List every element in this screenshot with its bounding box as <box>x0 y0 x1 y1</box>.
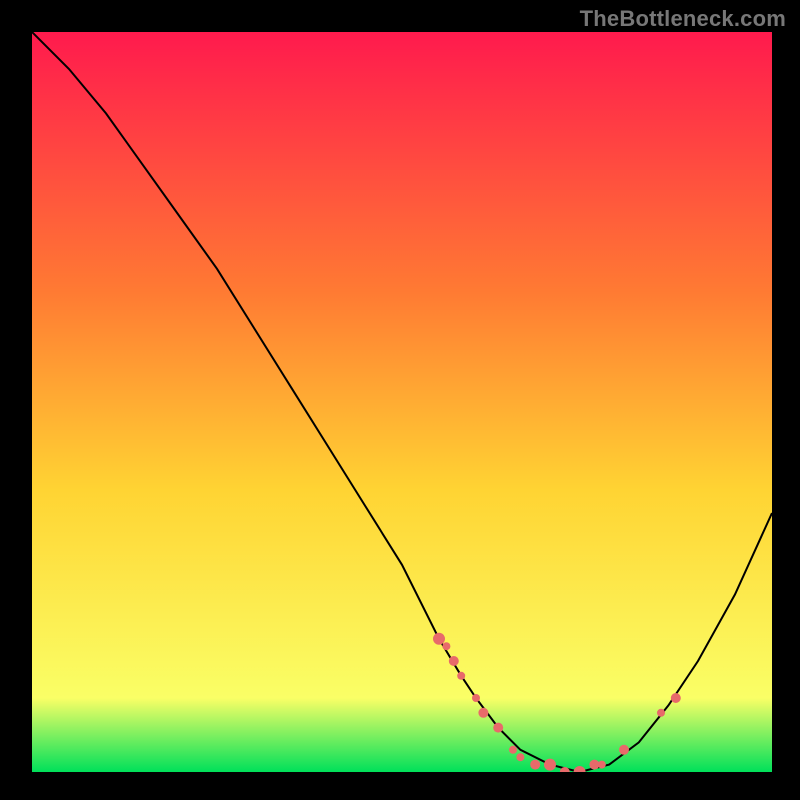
watermark: TheBottleneck.com <box>580 6 786 32</box>
marker-dot <box>657 709 665 717</box>
marker-dot <box>449 656 459 666</box>
marker-dot <box>544 759 556 771</box>
marker-dot <box>671 693 681 703</box>
marker-dot <box>598 761 606 769</box>
chart-plot <box>32 32 772 772</box>
marker-dot <box>442 642 450 650</box>
plot-background <box>32 32 772 772</box>
marker-dot <box>619 745 629 755</box>
marker-dot <box>478 708 488 718</box>
marker-dot <box>516 753 524 761</box>
marker-dot <box>433 633 445 645</box>
marker-dot <box>472 694 480 702</box>
marker-dot <box>530 760 540 770</box>
marker-dot <box>493 723 503 733</box>
marker-dot <box>509 746 517 754</box>
marker-dot <box>457 672 465 680</box>
chart-svg <box>32 32 772 772</box>
stage: TheBottleneck.com <box>0 0 800 800</box>
